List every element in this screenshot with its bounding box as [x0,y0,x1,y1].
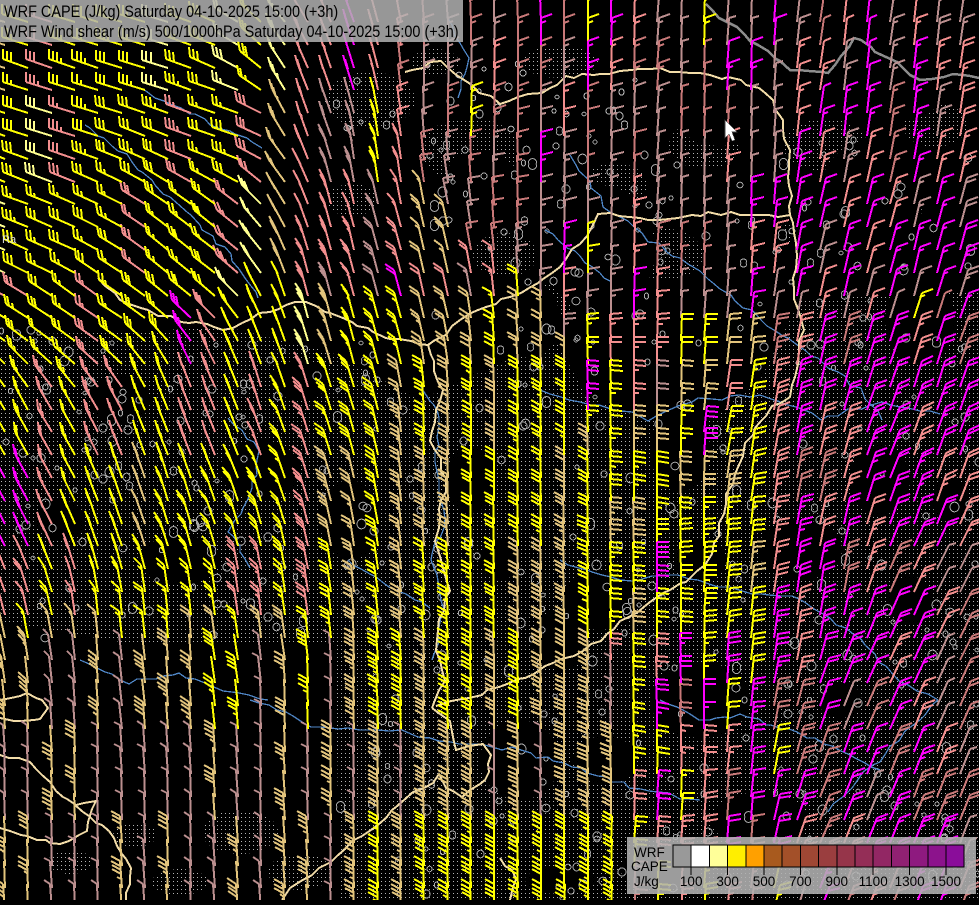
svg-text:CAPE: CAPE [631,859,668,874]
svg-text:Ra: Ra [2,234,17,246]
svg-text:WRF Wind shear (m/s) 500/1000h: WRF Wind shear (m/s) 500/1000hPa Saturda… [4,23,459,41]
svg-text:1300: 1300 [895,874,925,889]
svg-text:500: 500 [753,874,776,889]
svg-text:300: 300 [716,874,739,889]
svg-text:1100: 1100 [859,874,888,889]
svg-text:700: 700 [789,874,812,889]
svg-text:J/kg: J/kg [634,874,659,889]
svg-text:WRF CAPE (J/kg) Saturday 04-10: WRF CAPE (J/kg) Saturday 04-10-2025 15:0… [4,3,338,21]
svg-text:100: 100 [680,874,703,889]
svg-text:1500: 1500 [931,874,961,889]
svg-text:WRF: WRF [634,845,665,860]
svg-text:900: 900 [826,874,849,889]
